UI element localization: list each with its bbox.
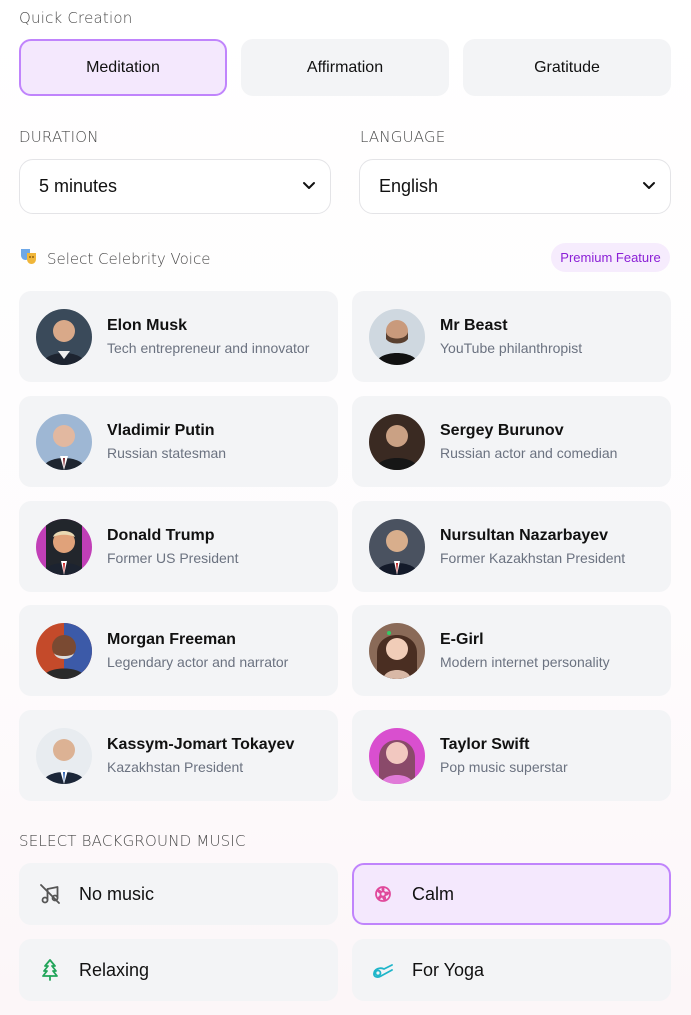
voice-description: Russian statesman xyxy=(107,445,227,461)
avatar xyxy=(369,308,425,365)
language-select[interactable]: English xyxy=(359,159,671,214)
affirmation-button[interactable]: Affirmation xyxy=(241,39,449,96)
voice-card-taylor-swift[interactable]: Taylor Swift Pop music superstar xyxy=(352,710,671,801)
voice-name: E-Girl xyxy=(440,631,484,648)
voice-name: Taylor Swift xyxy=(440,736,530,753)
voice-card-donald-trump[interactable]: Donald Trump Former US President xyxy=(19,501,338,592)
celebrity-voice-label: Select Celebrity Voice xyxy=(47,249,211,268)
voice-card-mr-beast[interactable]: Mr Beast YouTube philanthropist xyxy=(352,291,671,382)
meditation-button[interactable]: Meditation xyxy=(19,39,227,96)
voice-card-nursultan-nazarbayev[interactable]: Nursultan Nazarbayev Former Kazakhstan P… xyxy=(352,501,671,592)
voice-card-vladimir-putin[interactable]: Vladimir Putin Russian statesman xyxy=(19,396,338,487)
language-label: LANGUAGE xyxy=(360,128,446,146)
duration-value: 5 minutes xyxy=(39,176,118,196)
music-option-label: For Yoga xyxy=(412,959,485,980)
gratitude-button[interactable]: Gratitude xyxy=(463,39,671,96)
avatar xyxy=(36,727,92,784)
quick-creation-label: Quick Creation xyxy=(19,9,133,27)
celebrity-voice-header: Select Celebrity Voice xyxy=(19,246,210,271)
avatar xyxy=(369,413,425,470)
avatar xyxy=(369,622,425,679)
avatar xyxy=(369,727,425,784)
voice-description: YouTube philanthropist xyxy=(440,340,583,356)
voice-name: Elon Musk xyxy=(107,317,188,334)
voice-description: Russian actor and comedian xyxy=(440,445,618,461)
duration-select[interactable]: 5 minutes xyxy=(19,159,331,214)
yoga-mat-icon xyxy=(370,957,396,983)
theater-masks-icon xyxy=(19,246,39,271)
flower-icon xyxy=(370,881,396,907)
chevron-down-icon xyxy=(302,176,316,197)
avatar xyxy=(36,622,92,679)
music-option-relaxing[interactable]: Relaxing xyxy=(19,939,338,1001)
voice-description: Modern internet personality xyxy=(440,654,610,670)
avatar xyxy=(36,308,92,365)
voice-name: Nursultan Nazarbayev xyxy=(440,527,609,544)
music-option-for-yoga[interactable]: For Yoga xyxy=(352,939,671,1001)
voice-name: Donald Trump xyxy=(107,527,215,544)
voice-card-morgan-freeman[interactable]: Morgan Freeman Legendary actor and narra… xyxy=(19,605,338,696)
avatar xyxy=(36,413,92,470)
voice-name: Mr Beast xyxy=(440,317,508,334)
chevron-down-icon xyxy=(642,176,656,197)
voice-card-e-girl[interactable]: E-Girl Modern internet personality xyxy=(352,605,671,696)
avatar xyxy=(369,518,425,575)
voice-name: Morgan Freeman xyxy=(107,631,236,648)
voice-description: Legendary actor and narrator xyxy=(107,654,289,670)
background-music-label: SELECT BACKGROUND MUSIC xyxy=(19,832,246,850)
voice-description: Former Kazakhstan President xyxy=(440,550,626,566)
music-off-icon xyxy=(37,881,63,907)
tree-icon xyxy=(37,957,63,983)
avatar xyxy=(36,518,92,575)
duration-label: DURATION xyxy=(19,128,99,146)
voice-name: Kassym-Jomart Tokayev xyxy=(107,736,295,753)
voice-description: Former US President xyxy=(107,550,239,566)
voice-description: Pop music superstar xyxy=(440,759,568,775)
voice-description: Kazakhstan President xyxy=(107,759,244,775)
voice-card-sergey-burunov[interactable]: Sergey Burunov Russian actor and comedia… xyxy=(352,396,671,487)
music-option-label: Calm xyxy=(412,883,455,904)
music-option-label: No music xyxy=(79,883,155,904)
music-option-label: Relaxing xyxy=(79,959,150,980)
music-option-calm[interactable]: Calm xyxy=(352,863,671,925)
voice-name: Sergey Burunov xyxy=(440,422,564,439)
voice-card-elon-musk[interactable]: Elon Musk Tech entrepreneur and innovato… xyxy=(19,291,338,382)
voice-name: Vladimir Putin xyxy=(107,422,215,439)
music-option-no-music[interactable]: No music xyxy=(19,863,338,925)
voice-card-kassym-jomart-tokayev[interactable]: Kassym-Jomart Tokayev Kazakhstan Preside… xyxy=(19,710,338,801)
voice-description: Tech entrepreneur and innovator xyxy=(107,340,310,356)
premium-feature-badge: Premium Feature xyxy=(551,243,670,272)
language-value: English xyxy=(379,176,439,196)
